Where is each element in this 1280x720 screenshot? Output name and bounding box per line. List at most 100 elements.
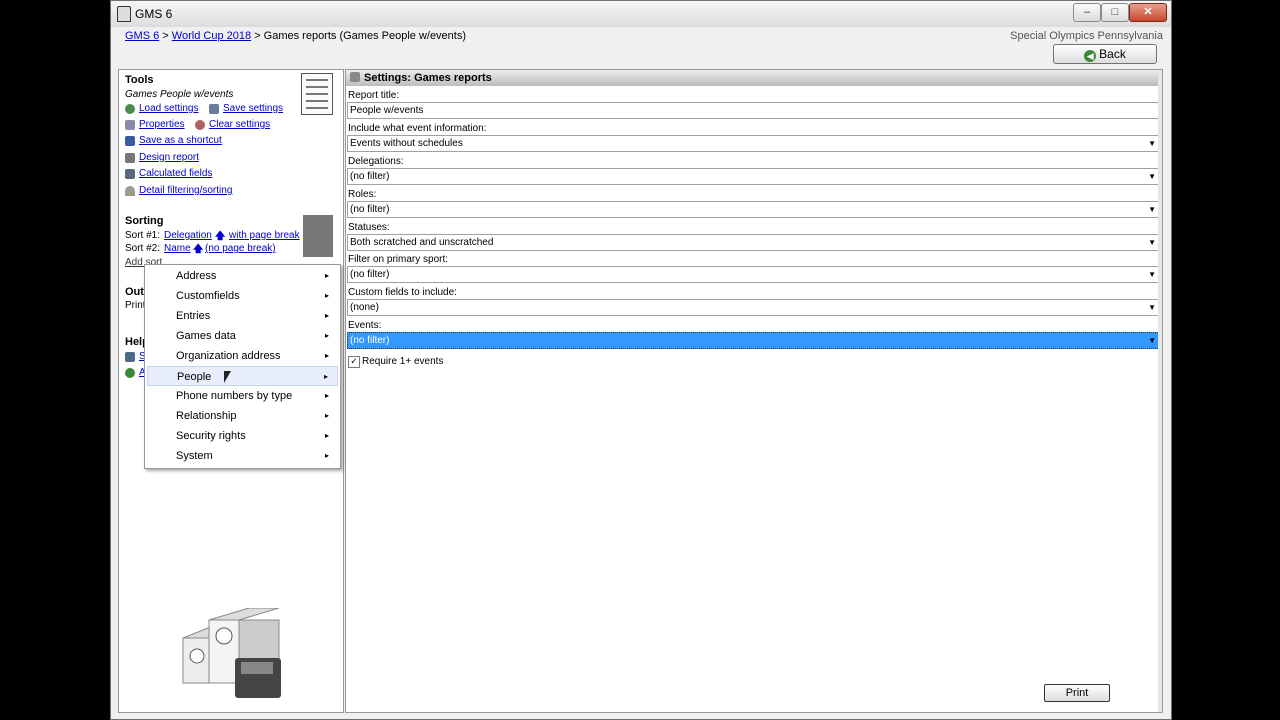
breadcrumb-gms[interactable]: GMS 6 <box>125 30 159 42</box>
design-icon <box>125 153 135 163</box>
output-print-text: Print <box>125 300 146 311</box>
roles-select[interactable]: (no filter) ▼ <box>347 201 1162 218</box>
mouse-cursor-icon <box>224 371 238 383</box>
delegations-label: Delegations: <box>348 156 404 167</box>
event-info-select[interactable]: Events without schedules ▼ <box>347 135 1162 152</box>
about-icon <box>125 368 135 378</box>
print-button[interactable]: Print <box>1044 684 1110 702</box>
roles-value: (no filter) <box>350 204 390 215</box>
minimize-button[interactable]: – <box>1073 3 1101 22</box>
sorting-icon <box>303 215 333 257</box>
chevron-down-icon: ▼ <box>1148 303 1156 312</box>
properties-link[interactable]: Properties <box>139 119 185 130</box>
event-info-label: Include what event information: <box>348 123 487 134</box>
menu-item-security-rights[interactable]: Security rights ▸ <box>147 426 338 446</box>
calculated-fields-link[interactable]: Calculated fields <box>139 168 212 179</box>
sort2-page-break-link[interactable]: (no page break) <box>205 243 276 254</box>
sort1-page-break-link[interactable]: with page break <box>229 230 300 241</box>
close-button[interactable]: ✕ <box>1129 3 1167 22</box>
chevron-down-icon: ▼ <box>1148 238 1156 247</box>
custom-fields-label: Custom fields to include: <box>348 287 457 298</box>
menu-item-address[interactable]: Address ▸ <box>147 266 338 286</box>
menu-item-phone-numbers[interactable]: Phone numbers by type ▸ <box>147 386 338 406</box>
menu-item-label: System <box>176 450 213 462</box>
sort2-prefix: Sort #2: <box>125 243 161 254</box>
detail-filtering-link[interactable]: Detail filtering/sorting <box>139 185 232 196</box>
report-name: Games People w/events <box>125 89 234 100</box>
settings-panel: Settings: Games reports Report title: Pe… <box>345 69 1163 713</box>
submenu-arrow-icon: ▸ <box>324 411 329 420</box>
statuses-label: Statuses: <box>348 222 390 233</box>
settings-header: Settings: Games reports <box>346 70 1162 86</box>
submenu-arrow-icon: ▸ <box>324 351 329 360</box>
clear-settings-link[interactable]: Clear settings <box>209 119 270 130</box>
breadcrumb: GMS 6 > World Cup 2018 > Games reports (… <box>125 30 466 42</box>
submenu-arrow-icon: ▸ <box>324 291 329 300</box>
settings-gear-icon <box>350 72 360 82</box>
save-shortcut-link[interactable]: Save as a shortcut <box>139 135 222 146</box>
menu-item-label: Customfields <box>176 290 240 302</box>
submenu-arrow-icon: ▸ <box>324 391 329 400</box>
chevron-down-icon: ▼ <box>1148 270 1156 279</box>
delegations-select[interactable]: (no filter) ▼ <box>347 168 1162 185</box>
window-title: GMS 6 <box>135 7 173 21</box>
organization-name: Special Olympics Pennsylvania <box>1010 30 1163 42</box>
submenu-arrow-icon: ▸ <box>324 331 329 340</box>
submenu-arrow-icon: ▸ <box>323 372 328 381</box>
maximize-button[interactable]: □ <box>1101 3 1129 22</box>
title-bar: GMS 6 – □ ✕ <box>111 1 1171 27</box>
event-info-value: Events without schedules <box>350 138 463 149</box>
events-select[interactable]: (no filter) ▼ <box>347 332 1162 349</box>
scrollbar[interactable] <box>1158 70 1162 712</box>
load-icon <box>125 104 135 114</box>
menu-item-label: Security rights <box>176 430 246 442</box>
chevron-down-icon: ▼ <box>1148 172 1156 181</box>
menu-item-entries[interactable]: Entries ▸ <box>147 306 338 326</box>
menu-item-games-data[interactable]: Games data ▸ <box>147 326 338 346</box>
breadcrumb-separator: > <box>254 30 261 42</box>
submenu-arrow-icon: ▸ <box>324 311 329 320</box>
breadcrumb-world-cup[interactable]: World Cup 2018 <box>172 30 251 42</box>
app-icon <box>117 6 131 22</box>
help-icon <box>125 352 135 362</box>
delegations-value: (no filter) <box>350 171 390 182</box>
menu-item-relationship[interactable]: Relationship ▸ <box>147 406 338 426</box>
shortcut-icon <box>125 136 135 146</box>
menu-item-people[interactable]: People ▸ <box>147 366 338 386</box>
primary-sport-select[interactable]: (no filter) ▼ <box>347 266 1162 283</box>
require-events-label: Require 1+ events <box>362 356 444 367</box>
sorting-heading: Sorting <box>125 215 164 227</box>
custom-fields-value: (none) <box>350 302 379 313</box>
primary-sport-value: (no filter) <box>350 269 390 280</box>
load-settings-link[interactable]: Load settings <box>139 103 199 114</box>
statuses-value: Both scratched and unscratched <box>350 237 494 248</box>
statuses-select[interactable]: Both scratched and unscratched ▼ <box>347 234 1162 251</box>
primary-sport-label: Filter on primary sport: <box>348 254 449 265</box>
menu-item-label: Entries <box>176 310 211 322</box>
menu-item-system[interactable]: System ▸ <box>147 446 338 466</box>
require-events-checkbox[interactable]: ✓ <box>348 356 360 368</box>
menu-item-customfields[interactable]: Customfields ▸ <box>147 286 338 306</box>
sort2-ascending-icon[interactable]: 🡅 <box>193 242 203 259</box>
chevron-down-icon: ▼ <box>1148 205 1156 214</box>
report-title-label: Report title: <box>348 90 400 101</box>
sort1-field-link[interactable]: Delegation <box>164 230 212 241</box>
menu-item-label: Address <box>176 270 217 282</box>
custom-fields-select[interactable]: (none) ▼ <box>347 299 1162 316</box>
events-value: (no filter) <box>350 335 390 346</box>
menu-item-organization-address[interactable]: Organization address ▸ <box>147 346 338 366</box>
breadcrumb-separator: > <box>162 30 169 42</box>
save-settings-link[interactable]: Save settings <box>223 103 283 114</box>
sort2-field-link[interactable]: Name <box>164 243 191 254</box>
podium-graphic <box>182 608 281 698</box>
back-button[interactable]: ◀ Back <box>1053 44 1157 64</box>
menu-item-label: Phone numbers by type <box>176 390 293 402</box>
save-icon <box>209 104 219 114</box>
chevron-down-icon: ▼ <box>1148 139 1156 148</box>
report-title-input[interactable]: People w/events <box>347 102 1162 119</box>
clipboard-icon <box>301 73 333 115</box>
add-sort-context-menu: Address ▸ Customfields ▸ Entries ▸ Games da… <box>144 264 341 469</box>
design-report-link[interactable]: Design report <box>139 152 199 163</box>
menu-item-label: Relationship <box>176 410 237 422</box>
breadcrumb-current: Games reports (Games People w/events) <box>263 30 467 42</box>
